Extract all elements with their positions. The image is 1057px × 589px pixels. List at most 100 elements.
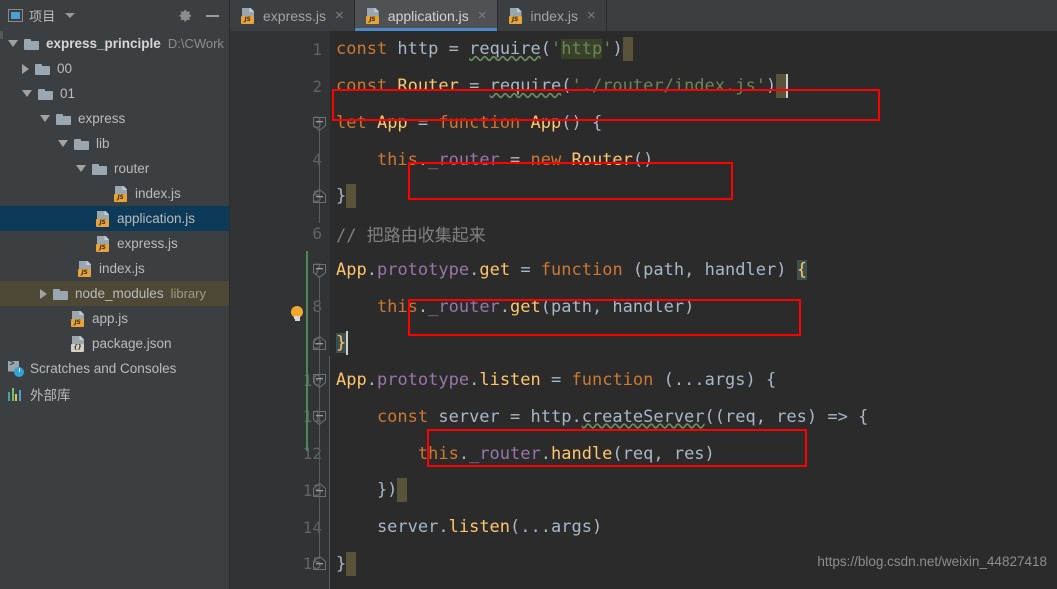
code-line-13[interactable]: }) [330, 472, 1057, 509]
external-libraries-icon [8, 387, 24, 401]
js-file-icon: JS [241, 7, 256, 24]
fold-marker-collapse[interactable] [312, 410, 327, 425]
tree-row-label: express.js [117, 236, 178, 251]
tree-row-label: app.js [92, 311, 129, 326]
tree-row-router[interactable]: router [0, 156, 229, 181]
js-file-icon: JS [365, 7, 381, 24]
tree-row-app-js[interactable]: JS app.js [0, 306, 229, 331]
js-file-icon: JS [96, 210, 111, 227]
chevron-down-icon[interactable] [8, 40, 18, 47]
tree-row-express-principle[interactable]: express_principle D:\CWork [0, 31, 229, 56]
close-icon[interactable]: × [478, 8, 487, 23]
tab-label: index.js [530, 7, 578, 24]
watermark-text: https://blog.csdn.net/weixin_44827418 [817, 554, 1047, 569]
fold-marker-collapse[interactable] [312, 263, 327, 278]
tab-index-js[interactable]: JS index.js × [498, 0, 607, 31]
code-line-12[interactable]: this. _router. handle(req, res) [330, 435, 1057, 472]
code-line-6[interactable]: // 把路由收集起来 [330, 215, 1057, 252]
folder-icon [74, 137, 90, 150]
tree-row-path: D:\CWork [167, 36, 224, 51]
main-row: express_principle D:\CWork 00 01 express [0, 31, 1057, 589]
vcs-change-marker [306, 251, 308, 451]
tree-row-label: package.json [92, 336, 172, 351]
code-editor[interactable]: 1 2 3 4 5 6 7 8 9 10 11 12 13 14 15 16 1… [230, 31, 1057, 589]
code-content[interactable]: const http = require(' http ') const Route… [330, 31, 1057, 589]
tab-application-js[interactable]: JS application.js × [354, 0, 498, 31]
gear-icon[interactable] [177, 8, 193, 24]
folder-icon [53, 287, 69, 300]
js-file-icon: JS [508, 7, 524, 24]
tree-row-express-js[interactable]: JS express.js [0, 231, 229, 256]
code-line-11[interactable]: const server = http. createServer((req, r… [330, 399, 1057, 436]
code-line-2[interactable]: const Router = require('./router/index.j… [330, 68, 1057, 105]
library-tag: library [170, 286, 206, 301]
tab-express-js[interactable]: JS express.js × [230, 0, 355, 31]
tree-row-external-libraries[interactable]: 外部库 [0, 381, 229, 406]
chevron-down-icon[interactable] [64, 13, 75, 18]
project-icon [8, 9, 23, 22]
tree-row-express[interactable]: express [0, 106, 229, 131]
folder-icon [24, 37, 40, 50]
chevron-down-icon[interactable] [22, 90, 32, 97]
tree-row-label: router [114, 161, 150, 176]
code-line-5[interactable]: } [330, 178, 1057, 215]
close-icon[interactable]: × [335, 8, 344, 23]
editor-gutter[interactable]: 1 2 3 4 5 6 7 8 9 10 11 12 13 14 15 16 1… [230, 31, 330, 589]
tree-row-router-index-js[interactable]: JS index.js [0, 181, 229, 206]
tree-row-package-json[interactable]: {} package.json [0, 331, 229, 356]
fold-marker-collapse[interactable] [312, 336, 327, 351]
code-line-14[interactable]: server. listen (... args) [330, 509, 1057, 546]
tree-row-lib[interactable]: lib [0, 131, 229, 156]
tree-row-label: 00 [57, 61, 73, 76]
fold-marker-collapse[interactable] [312, 189, 327, 204]
tree-row-node-modules[interactable]: node_modules library [0, 281, 229, 306]
tab-label: application.js [387, 7, 469, 24]
minimize-icon[interactable] [206, 14, 219, 17]
js-file-icon: JS [96, 235, 111, 252]
tree-row-index-js[interactable]: JS index.js [0, 256, 229, 281]
tree-row-label: index.js [99, 261, 145, 276]
tree-row-application-js[interactable]: JS application.js [0, 206, 229, 231]
tree-row-label: application.js [117, 211, 196, 226]
chevron-right-icon[interactable] [40, 288, 47, 299]
tab-label: express.js [263, 7, 327, 24]
js-file-icon: JS [71, 310, 86, 327]
tree-row-01[interactable]: 01 [0, 81, 229, 106]
tree-row-scratches-and-consoles[interactable]: Scratches and Consoles [0, 356, 229, 381]
top-row: 项目 JS express.js × JS application.js × J… [0, 0, 1057, 31]
code-line-10[interactable]: App. prototype. listen = function (... args… [330, 362, 1057, 399]
project-tree[interactable]: express_principle D:\CWork 00 01 express [0, 31, 230, 589]
tree-row-label: express [78, 111, 126, 126]
chevron-down-icon[interactable] [58, 140, 68, 147]
project-tool-window-title: 项目 [29, 9, 56, 24]
chevron-right-icon[interactable] [22, 63, 29, 74]
code-line-7[interactable]: App. prototype. get = function (path, hand… [330, 252, 1057, 289]
intention-bulb-icon[interactable] [290, 306, 304, 322]
code-line-16[interactable]: module.exports = App [330, 582, 1057, 589]
tree-row-label: node_modules [75, 286, 164, 301]
ide-window: 项目 JS express.js × JS application.js × J… [0, 0, 1057, 589]
tree-row-label: index.js [135, 186, 181, 201]
code-line-8[interactable]: this. _router. get(path, handler) [330, 288, 1057, 325]
folder-icon [38, 87, 54, 100]
fold-column[interactable] [308, 31, 330, 589]
fold-marker-collapse[interactable] [312, 373, 327, 388]
folder-icon [35, 62, 51, 75]
close-icon[interactable]: × [587, 8, 596, 23]
code-line-3[interactable]: let App = function App() { [330, 105, 1057, 142]
scratches-icon [8, 360, 24, 377]
code-line-4[interactable]: this. _router = new Router() [330, 141, 1057, 178]
code-line-9[interactable]: } [330, 325, 1057, 362]
folder-icon [92, 162, 108, 175]
fold-marker-collapse[interactable] [312, 483, 327, 498]
tree-row-label: express_principle [46, 36, 161, 51]
tree-row-label: lib [96, 136, 110, 151]
js-file-icon: JS [114, 185, 129, 202]
fold-marker-collapse[interactable] [312, 116, 327, 131]
fold-marker-collapse[interactable] [312, 556, 327, 571]
tree-row-00[interactable]: 00 [0, 56, 229, 81]
chevron-down-icon[interactable] [76, 165, 86, 172]
folder-icon [56, 112, 72, 125]
chevron-down-icon[interactable] [40, 115, 50, 122]
code-line-1[interactable]: const http = require(' http ') [330, 31, 1057, 68]
